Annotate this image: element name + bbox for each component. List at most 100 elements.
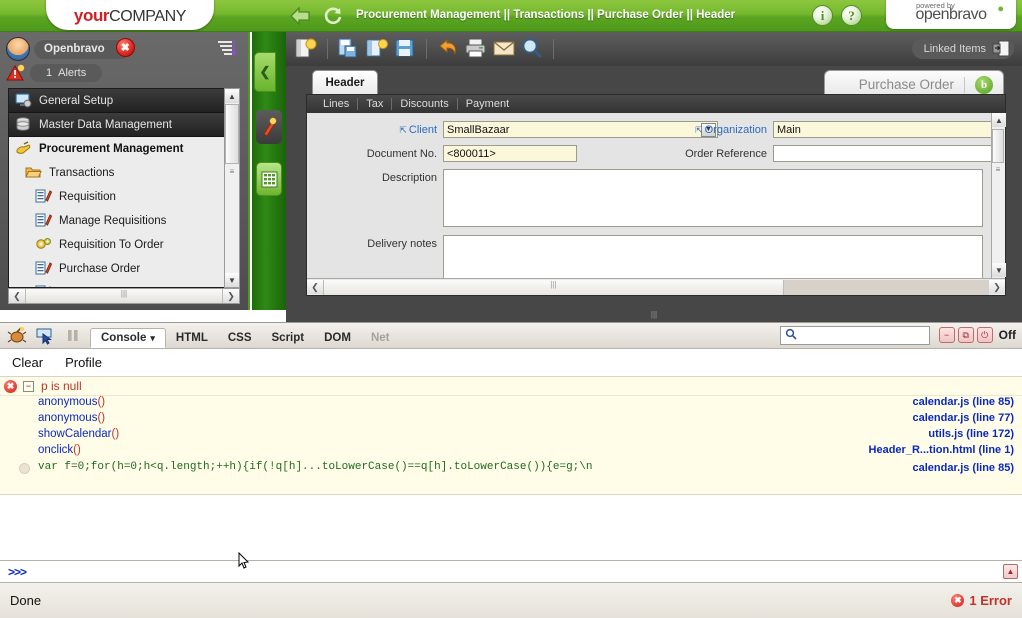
sidebar-vertical-scrollbar[interactable]: ▲ ≡ ▼ [224, 88, 240, 288]
scroll-down-icon[interactable]: ▼ [992, 263, 1006, 277]
stack-function[interactable]: anonymous() [38, 412, 105, 424]
command-input[interactable] [32, 565, 1022, 579]
info-icon[interactable]: i [812, 5, 833, 26]
scroll-left-icon[interactable]: ❮ [9, 289, 25, 303]
save-icon[interactable] [393, 37, 417, 61]
firebug-bug-icon[interactable] [6, 326, 30, 346]
sidebar-item-master-data-management[interactable]: Master Data Management [9, 113, 239, 137]
save-new-icon[interactable] [337, 37, 361, 61]
sidebar-item-goods-receipt[interactable]: Goods Receipt [9, 281, 239, 288]
form-subtabs: Lines Tax Discounts Payment [307, 95, 1005, 113]
undo-icon[interactable] [436, 37, 460, 61]
stack-source-link[interactable]: utils.js (line 172) [928, 428, 1014, 440]
stack-function[interactable]: onclick() [38, 444, 81, 456]
stack-source-link[interactable]: Header_R...tion.html (line 1) [869, 444, 1014, 456]
scrollbar-thumb[interactable] [992, 129, 1004, 163]
back-arrow-icon[interactable] [288, 5, 312, 27]
sidebar-item-purchase-order[interactable]: Purchase Order [9, 257, 239, 281]
form-horizontal-scrollbar[interactable]: ❮ ||| ❯ [307, 278, 1005, 295]
minimize-button[interactable]: − [939, 327, 955, 343]
firebug-search-box[interactable] [780, 326, 930, 345]
error-count-badge[interactable]: ✖ 1 Error [947, 593, 1012, 608]
user-name-pill[interactable]: Openbravo ✖ [34, 39, 131, 59]
document-no-input[interactable]: <800011> [443, 145, 577, 162]
scrollbar-thumb[interactable]: ||| [25, 289, 223, 303]
sidebar-item-procurement-management[interactable]: Procurement Management [9, 137, 240, 161]
profile-button[interactable]: Profile [65, 355, 102, 370]
command-line[interactable]: >>> ▲ [0, 560, 1022, 582]
form-pencil-icon [35, 189, 53, 205]
panel-splitter[interactable]: ||| [286, 310, 1022, 322]
stack-row: onclick() Header_R...tion.html (line 1) [0, 444, 1022, 460]
form-column-right: ⇱Organization Main Order Reference [679, 121, 997, 169]
stack-function[interactable]: showCalendar() [38, 428, 119, 440]
sidebar-item-requisition-to-order[interactable]: Requisition To Order [9, 233, 239, 257]
scroll-left-icon[interactable]: ❮ [307, 280, 323, 294]
field-row-description: Description [307, 169, 1005, 227]
tab-tax[interactable]: Tax [358, 98, 392, 110]
linked-items-button[interactable]: Linked Items [912, 38, 1014, 59]
collapse-twisty-icon[interactable]: − [23, 381, 34, 392]
order-reference-input[interactable] [773, 145, 997, 162]
help-icon[interactable]: ? [841, 5, 862, 26]
save-star-icon[interactable] [365, 37, 389, 61]
scroll-up-icon[interactable]: ▲ [992, 113, 1006, 127]
power-button[interactable]: ⏻ [977, 327, 993, 343]
print-icon[interactable] [464, 37, 488, 61]
scrollbar-track[interactable] [784, 280, 989, 295]
search-icon[interactable] [520, 37, 544, 61]
scrollbar-thumb[interactable]: ||| [323, 280, 784, 295]
alerts-area[interactable]: 1 Alerts [6, 64, 102, 82]
expand-command-line-icon[interactable]: ▲ [1003, 564, 1018, 579]
form-vertical-scrollbar[interactable]: ▲ ≡ ▼ [991, 113, 1005, 295]
stack-source-link[interactable]: calendar.js (line 77) [913, 412, 1015, 424]
new-record-icon[interactable] [294, 37, 318, 61]
inspect-icon[interactable] [34, 326, 58, 346]
scroll-down-icon[interactable]: ▼ [225, 273, 239, 287]
detach-button[interactable]: ⧉ [958, 327, 974, 343]
tab-discounts[interactable]: Discounts [392, 98, 457, 110]
console-error-row[interactable]: ✖ − p is null [0, 377, 1022, 396]
scroll-right-icon[interactable]: ❯ [989, 280, 1005, 294]
tab-net[interactable]: Net [361, 328, 400, 348]
alerts-pill[interactable]: 1 Alerts [30, 64, 102, 82]
scroll-up-icon[interactable]: ▲ [225, 89, 239, 103]
code-source-link[interactable]: calendar.js (line 85) [913, 462, 1015, 474]
description-textarea[interactable] [443, 169, 983, 227]
pencil-star-icon[interactable] [256, 110, 282, 144]
sidebar-item-transactions[interactable]: Transactions [9, 161, 239, 185]
tab-css[interactable]: CSS [218, 328, 262, 348]
grid-icon[interactable] [256, 162, 282, 196]
pause-icon[interactable] [62, 326, 86, 346]
chevron-down-icon[interactable]: ▾ [150, 333, 155, 344]
tab-dom[interactable]: DOM [314, 328, 361, 348]
client-select[interactable]: SmallBazaar ▼ [443, 121, 718, 138]
search-input[interactable] [800, 330, 920, 342]
scroll-right-icon[interactable]: ❯ [223, 289, 239, 303]
scrollbar-thumb[interactable] [225, 104, 239, 164]
sort-icon[interactable] [216, 37, 238, 59]
email-icon[interactable] [492, 37, 516, 61]
refresh-icon[interactable] [322, 5, 344, 27]
tab-lines[interactable]: Lines [315, 98, 358, 110]
tab-payment[interactable]: Payment [458, 98, 517, 110]
tab-console[interactable]: Console ▾ [90, 328, 166, 348]
sidebar-item-manage-requisitions[interactable]: Manage Requisitions [9, 209, 239, 233]
organization-input[interactable]: Main [773, 121, 997, 138]
tab-header[interactable]: Header [312, 70, 378, 94]
clear-button[interactable]: Clear [12, 355, 43, 370]
stack-function[interactable]: anonymous() [38, 396, 105, 408]
logout-close-icon[interactable]: ✖ [116, 38, 135, 57]
magnifier-icon [785, 327, 797, 345]
breadcrumb: Procurement Management || Transactions |… [356, 9, 735, 21]
error-count-label: 1 Error [969, 593, 1012, 608]
collapse-sidebar-button[interactable]: ❮ [254, 52, 276, 92]
stack-source-link[interactable]: calendar.js (line 85) [913, 396, 1015, 408]
sidebar-item-general-setup[interactable]: General Setup [9, 89, 239, 113]
tab-html[interactable]: HTML [166, 328, 218, 348]
sidebar-item-requisition[interactable]: Requisition [9, 185, 239, 209]
required-arrow-icon: ⇱ [695, 125, 703, 135]
sidebar-horizontal-scrollbar[interactable]: ❮ ||| ❯ [8, 288, 240, 304]
form-pencil-icon [35, 261, 53, 277]
tab-script[interactable]: Script [262, 328, 315, 348]
